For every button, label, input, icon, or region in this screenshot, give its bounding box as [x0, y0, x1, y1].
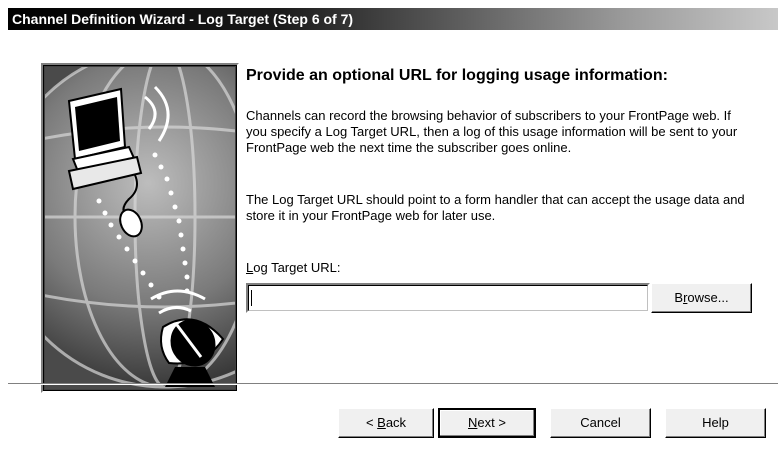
- instruction-paragraph: The Log Target URL should point to a for…: [246, 192, 745, 223]
- page-heading: Provide an optional URL for logging usag…: [246, 67, 668, 84]
- browse-button[interactable]: Browse...: [651, 283, 752, 313]
- log-target-url-label: Log Target URL:: [246, 260, 341, 275]
- cancel-button[interactable]: Cancel: [550, 408, 651, 438]
- description-paragraph: Channels can record the browsing behavio…: [246, 108, 738, 155]
- log-target-url-input[interactable]: [246, 283, 650, 313]
- window-title: Channel Definition Wizard - Log Target (…: [12, 11, 354, 27]
- help-button[interactable]: Help: [665, 408, 766, 438]
- globe-computer-satellite-icon: [45, 67, 235, 389]
- back-button[interactable]: < Back: [338, 408, 434, 438]
- title-bar[interactable]: Channel Definition Wizard - Log Target (…: [8, 8, 778, 30]
- wizard-window: Channel Definition Wizard - Log Target (…: [0, 0, 779, 450]
- next-button[interactable]: Next >: [438, 408, 536, 438]
- button-separator: [8, 383, 778, 385]
- wizard-body: Provide an optional URL for logging usag…: [8, 30, 778, 450]
- text-caret: [251, 290, 252, 306]
- wizard-illustration: [41, 63, 239, 393]
